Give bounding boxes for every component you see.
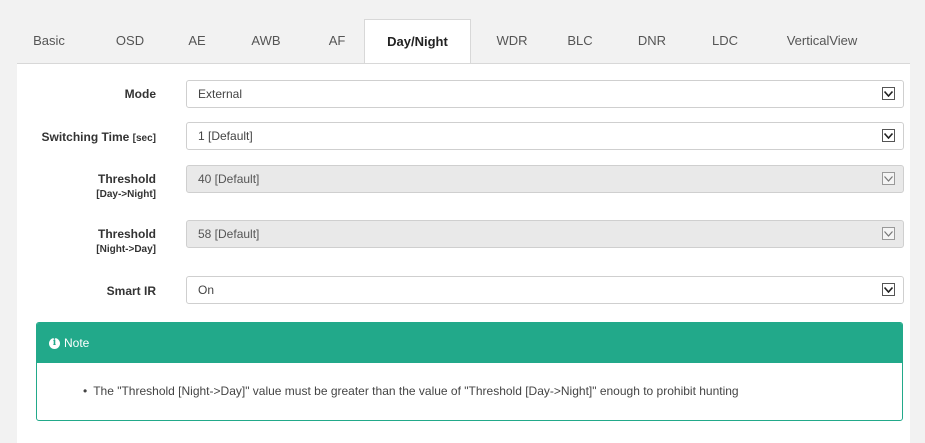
tab-af[interactable]: AF <box>317 19 357 63</box>
tab-awb[interactable]: AWB <box>241 19 291 63</box>
smart-ir-label: Smart IR <box>106 284 156 298</box>
tab-ldc[interactable]: LDC <box>705 19 745 63</box>
switching-time-label-text: Switching Time <box>41 130 130 144</box>
switching-time-label: Switching Time [sec] <box>10 130 157 144</box>
tab-blc[interactable]: BLC <box>559 19 601 63</box>
tab-osd[interactable]: OSD <box>105 19 155 63</box>
note-title: Note <box>64 336 90 350</box>
tab-wdr[interactable]: WDR <box>488 19 536 63</box>
note-box: i Note • The "Threshold [Night->Day]" val… <box>36 322 903 421</box>
bullet-icon: • <box>83 384 88 398</box>
chevron-down-icon[interactable] <box>882 283 895 296</box>
mode-value: External <box>198 87 243 101</box>
tab-bar: Basic OSD AE AWB AF Day/Night WDR BLC DN… <box>17 19 910 64</box>
tab-ae[interactable]: AE <box>177 19 217 63</box>
threshold-day-night-value: 40 [Default] <box>198 172 260 186</box>
threshold-night-day-select: 58 [Default] <box>186 220 904 248</box>
note-text-row: • The "Threshold [Night->Day]" value must… <box>83 384 739 398</box>
switching-time-value: 1 [Default] <box>198 129 253 143</box>
note-text: The "Threshold [Night->Day]" value must … <box>93 384 739 398</box>
threshold-day-night-sublabel: [Day->Night] <box>96 189 156 200</box>
threshold-day-night-label-text: Threshold <box>97 172 156 186</box>
chevron-down-icon <box>882 227 895 240</box>
chevron-down-icon <box>882 172 895 185</box>
threshold-day-night-label: Threshold [Day->Night] <box>60 172 156 200</box>
threshold-night-day-sublabel: [Night->Day] <box>96 244 156 255</box>
tab-day-night[interactable]: Day/Night <box>364 19 471 64</box>
mode-select[interactable]: External <box>186 80 904 108</box>
tab-vertical-view[interactable]: VerticalView <box>769 19 875 63</box>
chevron-down-icon[interactable] <box>882 129 895 142</box>
note-header: i Note <box>37 323 902 363</box>
threshold-night-day-value: 58 [Default] <box>198 227 260 241</box>
tab-basic[interactable]: Basic <box>27 19 71 63</box>
smart-ir-value: On <box>198 283 215 297</box>
threshold-night-day-label-text: Threshold <box>97 227 156 241</box>
info-circle-icon: i <box>49 337 60 349</box>
threshold-night-day-label: Threshold [Night->Day] <box>60 227 156 255</box>
tab-dnr[interactable]: DNR <box>629 19 675 63</box>
threshold-day-night-select: 40 [Default] <box>186 165 904 193</box>
smart-ir-select[interactable]: On <box>186 276 904 304</box>
mode-label: Mode <box>124 87 156 101</box>
switching-time-select[interactable]: 1 [Default] <box>186 122 904 150</box>
switching-time-unit: [sec] <box>132 133 156 144</box>
chevron-down-icon[interactable] <box>882 87 895 100</box>
